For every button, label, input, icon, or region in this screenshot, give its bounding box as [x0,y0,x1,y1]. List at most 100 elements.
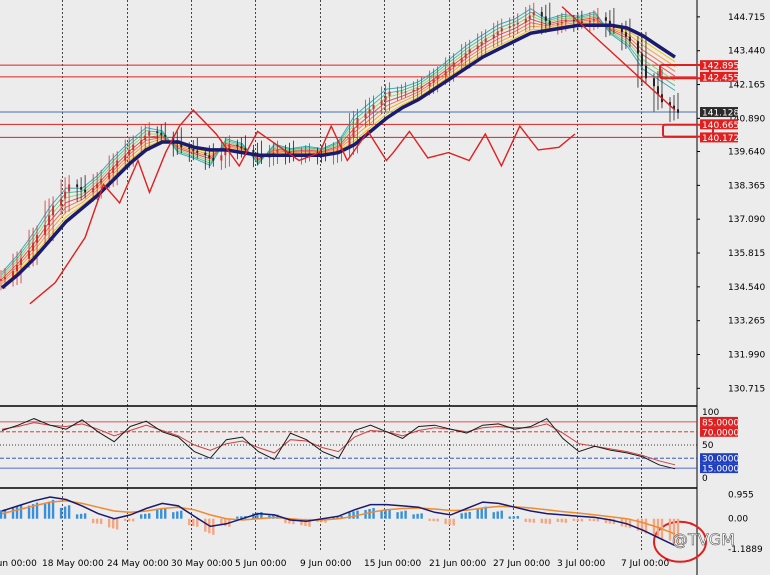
y-tick-label: 131.990 [728,351,765,361]
macd-histogram-bar [540,518,544,524]
macd-histogram-bar [480,507,483,519]
macd-histogram-bar [452,518,455,526]
macd-histogram-bar [15,506,19,519]
candle-body [144,135,147,141]
macd-histogram-bar [560,518,564,523]
macd-histogram-bar [47,501,51,519]
watermark: @TVGM [672,530,735,549]
candle-body [652,78,655,87]
candle-body [64,191,67,199]
candle-body [476,45,479,50]
candle-body [556,23,559,26]
candle-body [124,155,127,161]
candle-body [480,42,483,46]
candle-body [677,109,679,113]
candle-body [388,91,391,96]
macd-histogram-bar [140,514,143,519]
candle-body [460,57,463,63]
candle-body [572,19,575,21]
macd-histogram-bar [652,518,656,537]
y-tick-label: 134.540 [728,283,765,293]
rsi-tick-label: 50 [702,441,714,451]
macd-histogram-bar [396,512,399,519]
candle-body [100,179,103,184]
candle-body [484,38,487,43]
candle-body [92,187,95,193]
candle-body [36,234,39,243]
candle-body [96,183,99,188]
candle-body [276,149,279,153]
macd-histogram-bar [67,505,71,519]
candle-body [580,21,583,23]
macd-histogram-bar [384,510,387,519]
candle-body [60,198,63,206]
candle-body [512,24,515,27]
candle-body [436,75,439,80]
candle-body [380,100,383,105]
macd-histogram-bar [588,518,592,521]
macd-histogram-bar [180,510,183,519]
candle-body [468,49,471,54]
macd-histogram-bar [432,518,435,522]
candle-body [128,149,131,156]
macd-histogram-bar [476,508,479,519]
candle-body [604,17,607,21]
candle-body [596,17,599,20]
y-tick-label: 143.440 [728,47,765,57]
rsi-level-tag-text: 70.0000 [702,428,739,438]
macd-histogram-bar [388,509,391,519]
candle-body [192,149,195,151]
macd-histogram-bar [172,512,175,519]
macd-histogram-bar [156,510,159,519]
candle-body [44,225,47,235]
macd-histogram-bar [400,511,403,519]
candle-body [592,19,595,21]
chart-canvas: Jun 00:00 18 May 00:0024 May 00:0030 May … [0,0,770,575]
macd-histogram-bar [19,505,23,519]
macd-histogram-bar [460,513,463,519]
candle-body [212,157,215,161]
macd-histogram-bar [63,506,67,519]
macd-histogram-bar [544,518,548,524]
x-tick-label: 15 Jun 00:00 [364,559,421,569]
candle-body [244,148,247,150]
candle-body [48,215,51,226]
candle-body [640,53,643,66]
y-tick-label: 137.090 [728,215,765,225]
candle-body [52,205,55,216]
candle-body [540,11,543,17]
rsi-level-tag-text: 15.0000 [702,465,739,475]
macd-histogram-bar [656,518,660,539]
macd-histogram-bar [43,503,47,519]
y-tick-label: 130.715 [728,384,765,394]
candle-body [644,65,647,79]
candle-body [132,144,135,150]
rsi-tick-label: 0 [702,474,708,484]
y-tick-label: 133.265 [728,317,765,327]
candle-body [364,113,367,119]
macd-histogram-bar [528,518,531,523]
macd-histogram-bar [596,518,600,522]
macd-histogram-bar [668,518,672,541]
candle-body [240,146,243,149]
candle-body [524,19,527,23]
candle-body [68,184,71,192]
macd-histogram-bar [500,510,503,519]
macd-histogram-bar [428,518,431,521]
x-tick-label: 24 May 00:00 [107,559,169,569]
candle-body [412,89,415,92]
macd-histogram-bar [380,511,383,519]
macd-histogram-bar [508,516,511,519]
macd-histogram-bar [107,518,111,528]
macd-histogram-bar [131,518,135,522]
macd-histogram-bar [160,508,163,519]
candle-body [156,131,159,134]
macd-histogram-bar [532,518,535,523]
candle-body [516,22,519,25]
macd-histogram-bar [572,518,576,521]
candle-body [500,27,503,32]
macd-histogram-bar [111,518,115,529]
price-tag-text: 142.895 [702,62,739,72]
macd-histogram-bar [0,510,3,519]
candle-body [160,133,163,135]
